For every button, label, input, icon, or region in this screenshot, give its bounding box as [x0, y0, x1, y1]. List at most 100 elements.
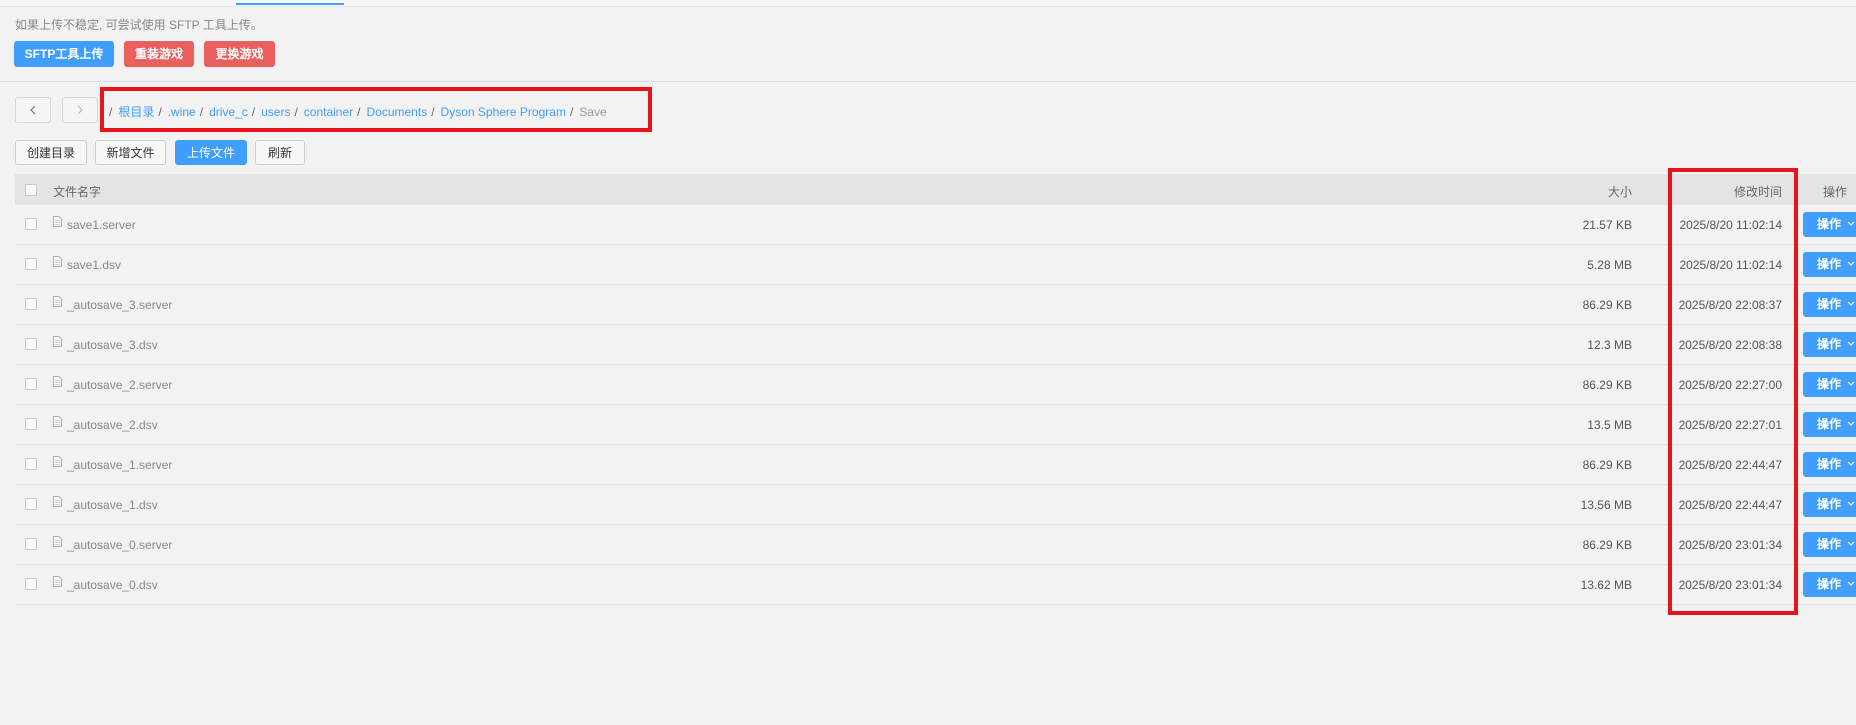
upload-file-button[interactable]: 上传文件: [175, 140, 247, 165]
file-name[interactable]: save1.dsv: [67, 258, 121, 272]
row-action-button[interactable]: 操作: [1803, 452, 1856, 477]
chevron-down-icon: [1847, 501, 1855, 506]
row-checkbox[interactable]: [25, 418, 37, 430]
row-action-label: 操作: [1817, 377, 1842, 391]
highlight-box-modified-column: [1668, 168, 1798, 615]
file-icon: [53, 256, 62, 267]
file-icon: [53, 536, 62, 547]
chevron-down-icon: [1847, 301, 1855, 306]
file-size: 86.29 KB: [1582, 378, 1632, 392]
file-icon: [53, 336, 62, 347]
chevron-left-icon: [30, 105, 36, 115]
chevron-down-icon: [1847, 461, 1855, 466]
row-checkbox[interactable]: [25, 378, 37, 390]
file-size: 21.57 KB: [1582, 218, 1632, 232]
row-checkbox[interactable]: [25, 538, 37, 550]
table-row[interactable]: _autosave_3.server 86.29 KB 2025/8/20 22:0…: [15, 285, 1856, 325]
file-size: 12.3 MB: [1587, 338, 1632, 352]
table-header: 文件名字 大小 修改时间 操作: [15, 174, 1856, 205]
row-action-label: 操作: [1817, 337, 1842, 351]
file-name[interactable]: _autosave_3.dsv: [67, 338, 158, 352]
row-checkbox[interactable]: [25, 298, 37, 310]
row-checkbox[interactable]: [25, 338, 37, 350]
chevron-down-icon: [1847, 221, 1855, 226]
file-icon: [53, 496, 62, 507]
table-row[interactable]: _autosave_2.dsv 13.5 MB 2025/8/20 22:27:01…: [15, 405, 1856, 445]
file-icon: [53, 296, 62, 307]
row-action-button[interactable]: 操作: [1803, 412, 1856, 437]
file-size: 13.62 MB: [1580, 578, 1632, 592]
file-name[interactable]: _autosave_1.server: [67, 458, 172, 472]
file-size: 86.29 KB: [1582, 538, 1632, 552]
table-row[interactable]: _autosave_1.server 86.29 KB 2025/8/20 22:4…: [15, 445, 1856, 485]
row-action-button[interactable]: 操作: [1803, 212, 1856, 237]
row-checkbox[interactable]: [25, 578, 37, 590]
file-size: 86.29 KB: [1582, 458, 1632, 472]
file-icon: [53, 216, 62, 227]
row-action-button[interactable]: 操作: [1803, 532, 1856, 557]
row-action-label: 操作: [1817, 537, 1842, 551]
table-row[interactable]: save1.dsv 5.28 MB 2025/8/20 11:02:14 操作: [15, 245, 1856, 285]
sftp-upload-button[interactable]: SFTP工具上传: [14, 41, 114, 67]
row-checkbox[interactable]: [25, 258, 37, 270]
table-row[interactable]: _autosave_1.dsv 13.56 MB 2025/8/20 22:44:4…: [15, 485, 1856, 525]
row-action-label: 操作: [1817, 497, 1842, 511]
table-row[interactable]: _autosave_0.dsv 13.62 MB 2025/8/20 23:01:3…: [15, 565, 1856, 605]
chevron-down-icon: [1847, 341, 1855, 346]
active-tab-indicator: [236, 3, 344, 5]
file-list: save1.server 21.57 KB 2025/8/20 11:02:14 操作…: [15, 205, 1856, 605]
file-name[interactable]: save1.server: [67, 218, 136, 232]
reinstall-game-button[interactable]: 重装游戏: [124, 41, 194, 67]
select-all-checkbox[interactable]: [25, 184, 37, 196]
chevron-right-icon: [77, 105, 83, 115]
upload-notice: 如果上传不稳定, 可尝试使用 SFTP 工具上传。: [15, 18, 263, 32]
table-row[interactable]: _autosave_3.dsv 12.3 MB 2025/8/20 22:08:38…: [15, 325, 1856, 365]
chevron-down-icon: [1847, 261, 1855, 266]
table-row[interactable]: save1.server 21.57 KB 2025/8/20 11:02:14 操作: [15, 205, 1856, 245]
row-action-label: 操作: [1817, 217, 1842, 231]
file-icon: [53, 456, 62, 467]
file-size: 13.5 MB: [1587, 418, 1632, 432]
forward-button[interactable]: [62, 97, 98, 123]
file-name[interactable]: _autosave_2.server: [67, 378, 172, 392]
row-action-button[interactable]: 操作: [1803, 372, 1856, 397]
file-name[interactable]: _autosave_1.dsv: [67, 498, 158, 512]
row-action-button[interactable]: 操作: [1803, 332, 1856, 357]
column-header-name[interactable]: 文件名字: [53, 183, 101, 200]
file-icon: [53, 376, 62, 387]
row-action-button[interactable]: 操作: [1803, 492, 1856, 517]
row-action-label: 操作: [1817, 417, 1842, 431]
back-button[interactable]: [15, 97, 51, 123]
file-icon: [53, 576, 62, 587]
table-row[interactable]: _autosave_2.server 86.29 KB 2025/8/20 22:2…: [15, 365, 1856, 405]
file-name[interactable]: _autosave_0.server: [67, 538, 172, 552]
file-name[interactable]: _autosave_0.dsv: [67, 578, 158, 592]
row-action-label: 操作: [1817, 457, 1842, 471]
column-header-size[interactable]: 大小: [1608, 183, 1632, 200]
create-directory-button[interactable]: 创建目录: [15, 140, 87, 165]
change-game-button[interactable]: 更换游戏: [204, 41, 275, 67]
table-row[interactable]: _autosave_0.server 86.29 KB 2025/8/20 23:0…: [15, 525, 1856, 565]
highlight-box-breadcrumb: [100, 87, 652, 132]
new-file-button[interactable]: 新增文件: [95, 140, 166, 165]
refresh-button[interactable]: 刷新: [255, 140, 305, 165]
row-checkbox[interactable]: [25, 458, 37, 470]
chevron-down-icon: [1847, 541, 1855, 546]
file-name[interactable]: _autosave_2.dsv: [67, 418, 158, 432]
chevron-down-icon: [1847, 421, 1855, 426]
file-name[interactable]: _autosave_3.server: [67, 298, 172, 312]
file-size: 13.56 MB: [1580, 498, 1632, 512]
section-divider: [0, 81, 1856, 82]
top-tab-bar: [0, 0, 1856, 7]
column-header-action: 操作: [1823, 185, 1848, 199]
row-action-button[interactable]: 操作: [1803, 572, 1856, 597]
file-icon: [53, 416, 62, 427]
row-checkbox[interactable]: [25, 218, 37, 230]
row-action-button[interactable]: 操作: [1803, 292, 1856, 317]
row-checkbox[interactable]: [25, 498, 37, 510]
file-size: 86.29 KB: [1582, 298, 1632, 312]
chevron-down-icon: [1847, 381, 1855, 386]
chevron-down-icon: [1847, 581, 1855, 586]
row-action-button[interactable]: 操作: [1803, 252, 1856, 277]
row-action-label: 操作: [1817, 257, 1842, 271]
